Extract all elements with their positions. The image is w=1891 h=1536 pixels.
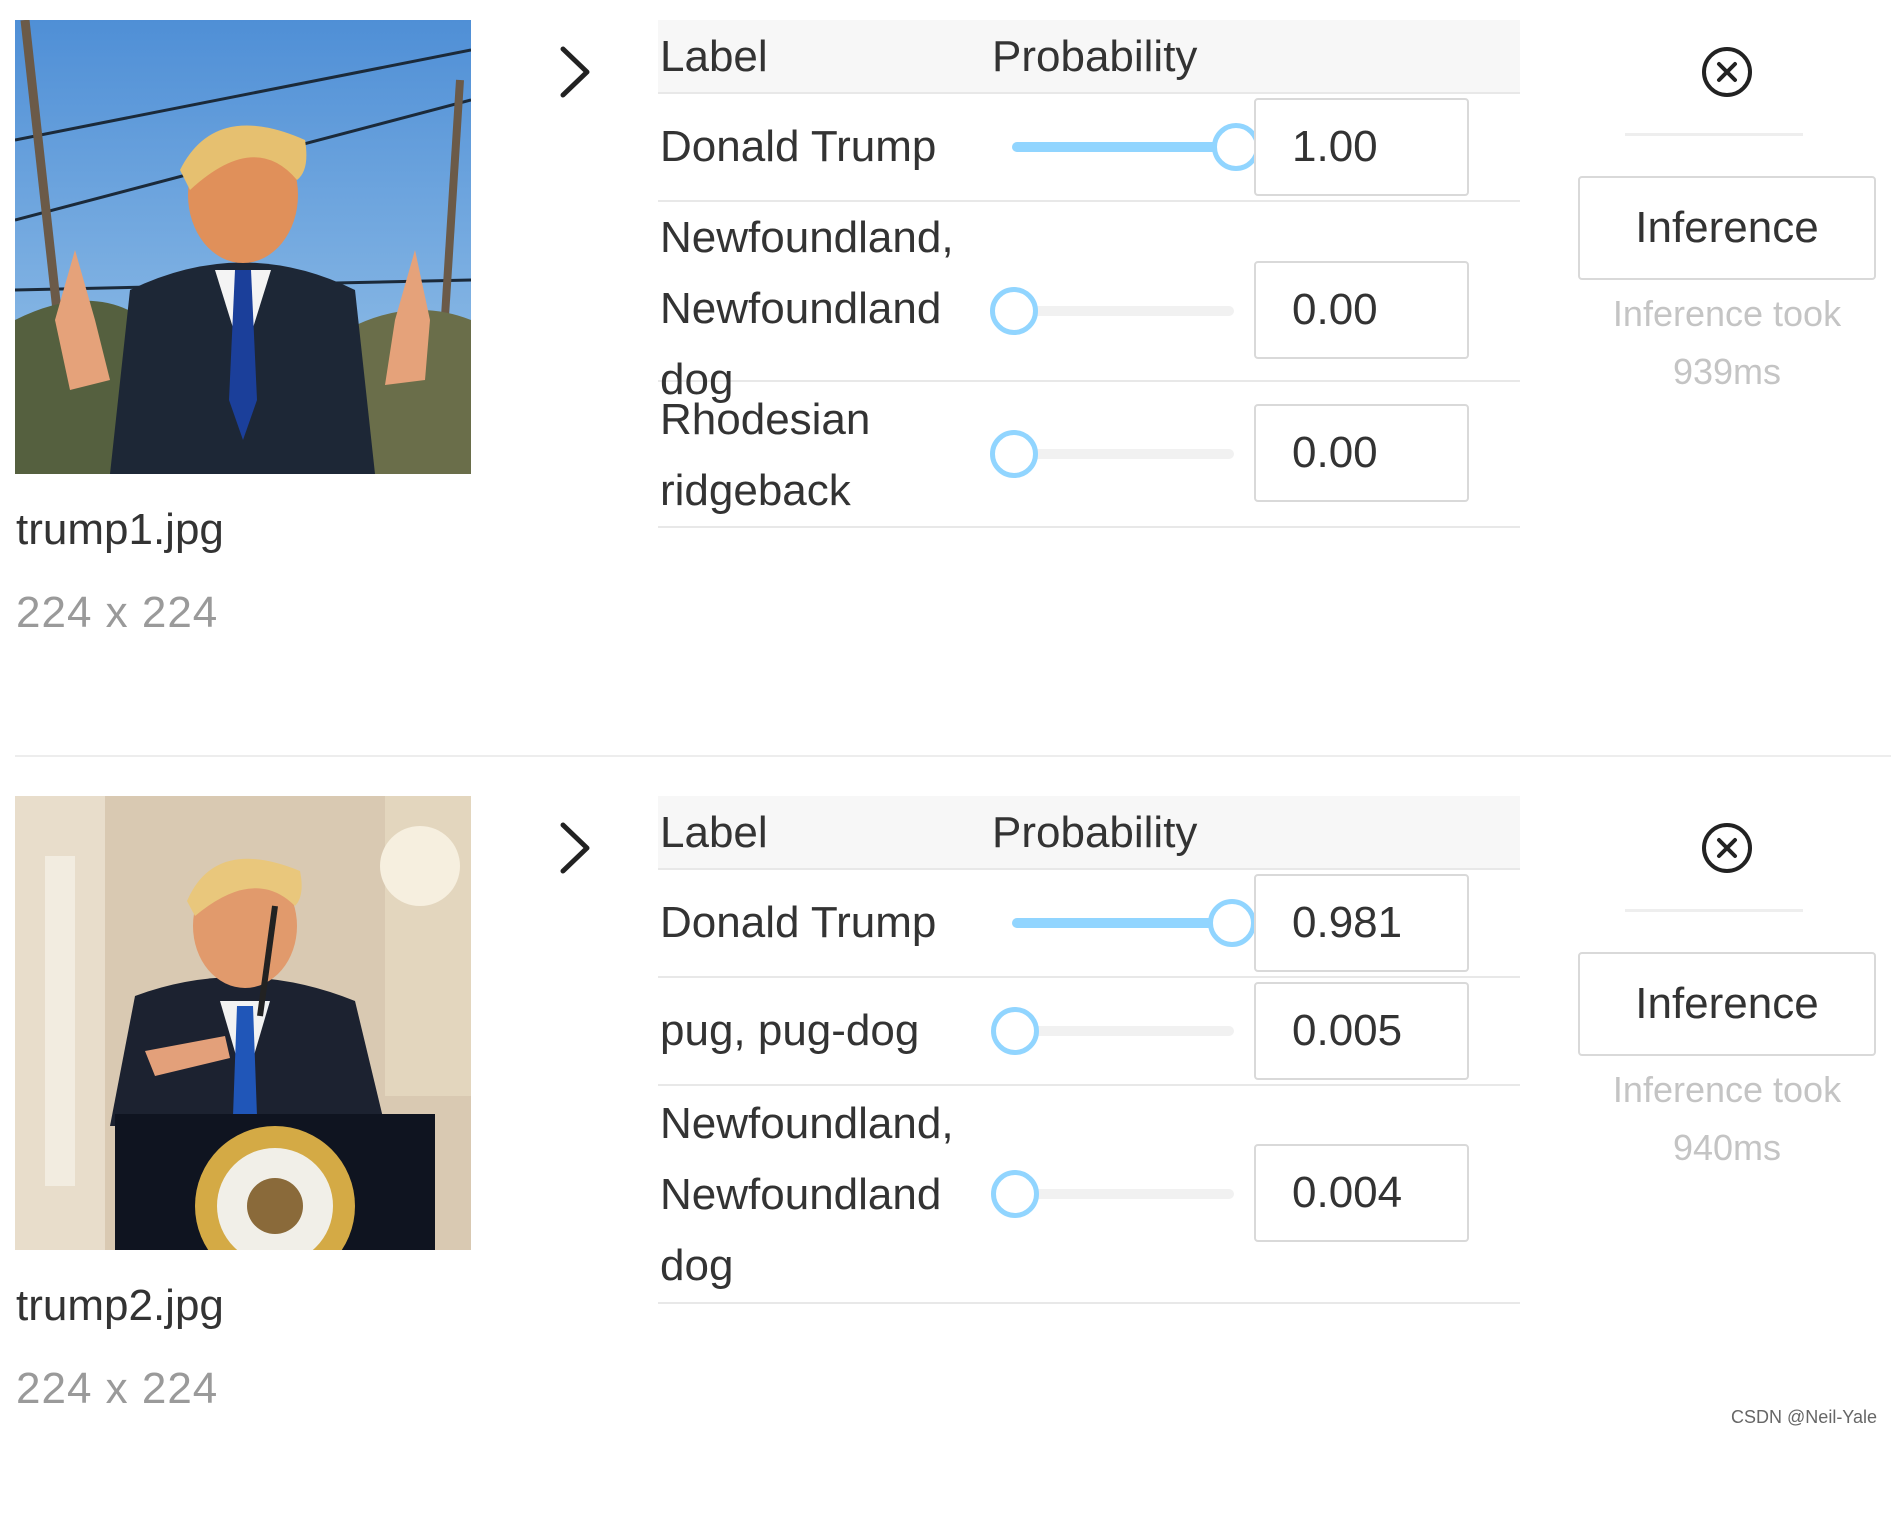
slider-handle[interactable] — [990, 1170, 1039, 1218]
table-row: Donald Trump — [658, 94, 1520, 202]
slider-handle[interactable] — [990, 287, 1038, 335]
probability-slider[interactable] — [990, 287, 1234, 335]
close-circle-icon[interactable] — [1700, 821, 1754, 875]
slider-handle[interactable] — [990, 430, 1038, 478]
probability-slider[interactable] — [1012, 123, 1260, 171]
probability-input[interactable] — [1254, 98, 1469, 196]
file-name: trump2.jpg — [16, 1281, 224, 1330]
probability-column-header: Probability — [992, 32, 1198, 81]
image-dimensions: 224 x 224 — [16, 588, 219, 637]
slider-fill — [1012, 918, 1230, 928]
probability-input[interactable] — [1254, 982, 1469, 1080]
inference-button[interactable]: Inference — [1578, 176, 1876, 280]
probability-input[interactable] — [1254, 874, 1469, 972]
probability-input[interactable] — [1254, 261, 1469, 359]
inference-button[interactable]: Inference — [1578, 952, 1876, 1056]
probability-column-header: Probability — [992, 808, 1198, 857]
inference-time-text: Inference took 940ms — [1612, 1069, 1842, 1168]
slider-handle[interactable] — [1212, 123, 1260, 171]
slider-fill — [1012, 142, 1234, 152]
image-dimensions: 224 x 224 — [16, 1364, 219, 1413]
label-column-header: Label — [660, 32, 768, 81]
table-row: Donald Trump — [658, 870, 1520, 978]
prediction-label: Rhodesian ridgeback — [660, 395, 871, 515]
result-card: trump1.jpg 224 x 224 Label Probability D… — [0, 0, 1891, 760]
image-thumbnail — [15, 796, 471, 1250]
table-row: Newfoundland, Newfoundland dog — [658, 202, 1520, 404]
label-column-header: Label — [660, 808, 768, 857]
table-row: Newfoundland, Newfoundland dog — [658, 1086, 1520, 1304]
prediction-label: Donald Trump — [660, 898, 937, 947]
table-row: Rhodesian ridgeback — [658, 382, 1520, 528]
slider-handle[interactable] — [991, 1007, 1040, 1055]
prediction-label: pug, pug-dog — [660, 1006, 920, 1055]
prediction-label: Donald Trump — [660, 122, 937, 171]
chevron-right-icon[interactable] — [555, 45, 595, 99]
table-header: Label Probability — [658, 20, 1520, 94]
chevron-right-icon[interactable] — [555, 821, 595, 875]
watermark: CSDN @Neil-Yale — [1731, 1407, 1877, 1427]
result-card: trump2.jpg 224 x 224 Label Probability D… — [0, 776, 1891, 1536]
file-name: trump1.jpg — [16, 505, 224, 554]
prediction-label: Newfoundland, Newfoundland dog — [660, 1099, 954, 1290]
section-divider — [15, 755, 1891, 757]
probability-input[interactable] — [1254, 1144, 1469, 1242]
prediction-table: Label Probability Donald Trump Newfoundl… — [658, 20, 1520, 528]
probability-slider[interactable] — [991, 1007, 1234, 1055]
image-thumbnail — [15, 20, 471, 474]
divider — [1625, 909, 1803, 912]
table-row: pug, pug-dog — [658, 978, 1520, 1086]
divider — [1625, 133, 1803, 136]
probability-slider[interactable] — [990, 430, 1234, 478]
probability-slider[interactable] — [990, 1170, 1234, 1218]
close-circle-icon[interactable] — [1700, 45, 1754, 99]
inference-time-text: Inference took 939ms — [1612, 293, 1842, 392]
probability-slider[interactable] — [1012, 899, 1256, 947]
probability-input[interactable] — [1254, 404, 1469, 502]
table-header: Label Probability — [658, 796, 1520, 870]
slider-handle[interactable] — [1207, 899, 1256, 947]
prediction-table: Label Probability Donald Trump pug, pug-… — [658, 796, 1520, 1304]
